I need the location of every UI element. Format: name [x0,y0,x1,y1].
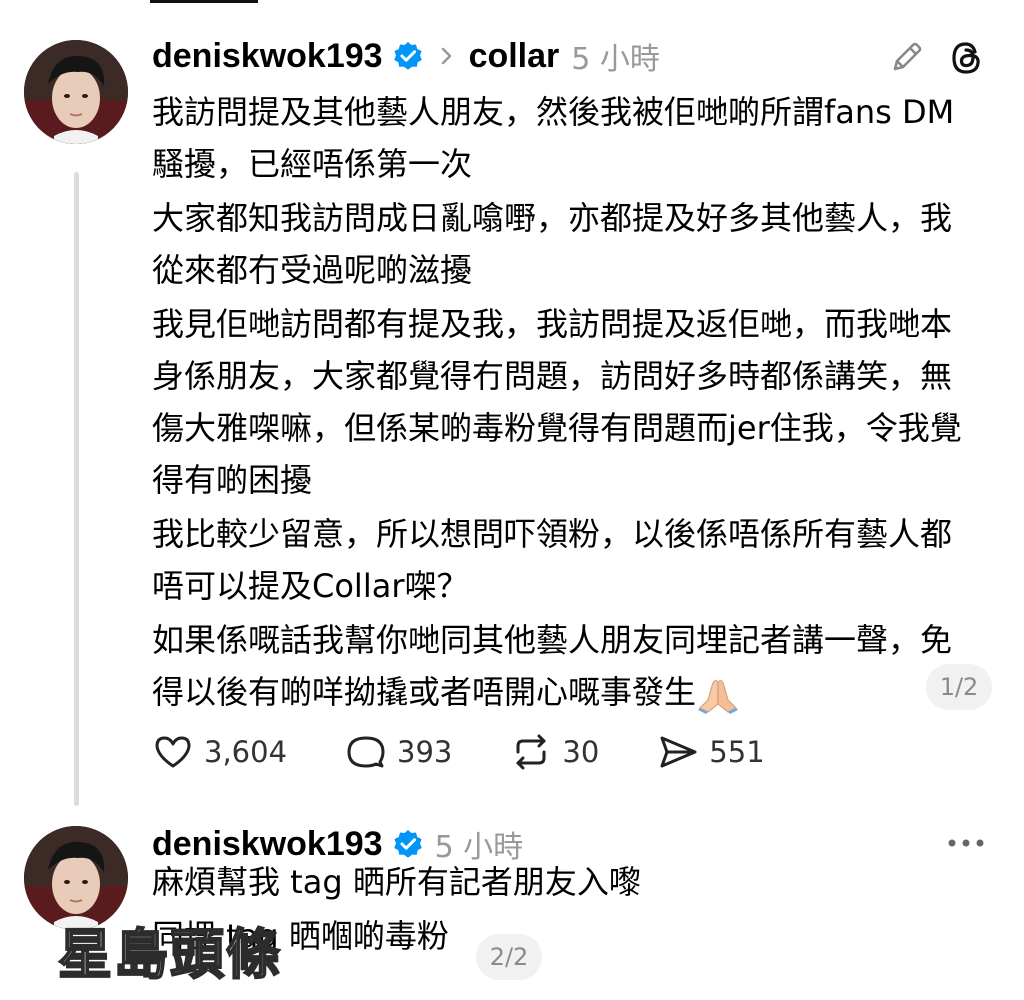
post-paragraph: 大家都知我訪問成日亂噏嘢，亦都提及好多其他藝人，我從來都冇受過呢啲滋擾 [152,199,953,289]
watermark-logo: 星島頭條 [18,900,281,987]
share-count: 551 [709,735,765,769]
avatar[interactable] [24,40,128,144]
thread-connector-line [74,172,79,806]
threads-logo-icon[interactable] [946,38,986,78]
post-time: 5 小時 [571,42,660,77]
heart-icon [155,736,191,768]
post-paragraph: 如果係嘅話我幫你哋同其他藝人朋友同埋記者講一聲，免得以後有啲咩拗撬或者唔開心嘅事… [152,621,953,711]
share-button[interactable]: 551 [657,731,765,773]
post-paragraph: 我比較少留意，所以想問吓領粉，以後係唔係所有藝人都唔可以提及Collar㗎？ [152,515,953,605]
pencil-icon[interactable] [888,38,926,76]
folded-hands-emoji [696,674,740,714]
comment-button[interactable]: 393 [345,731,452,773]
like-button[interactable]: 3,604 [152,731,287,773]
post-paragraph: 我見佢哋訪問都有提及我，我訪問提及返佢哋，而我哋本身係朋友，大家都覺得冇問題，訪… [152,305,962,499]
post-body: 我訪問提及其他藝人朋友，然後我被佢哋啲所謂fans DM騷擾，已經唔係第一次 大… [152,86,982,720]
community-tag[interactable]: collar [469,37,560,76]
repost-button[interactable]: 30 [510,731,599,773]
repost-count: 30 [562,735,600,769]
repost-icon [516,734,546,770]
avatar-image [24,40,128,144]
more-dots-icon[interactable] [944,828,988,858]
watermark-text: 星島頭條 [57,922,282,987]
page-indicator: 2/2 [476,934,542,980]
verified-badge-icon [393,829,423,859]
post-paragraph: 我訪問提及其他藝人朋友，然後我被佢哋啲所謂fans DM騷擾，已經唔係第一次 [152,93,955,183]
post-actions: 3,604 393 30 551 [152,726,823,778]
page-indicator: 1/2 [926,664,992,710]
chevron-right-icon [437,43,457,69]
comment-bubble-icon [347,736,385,768]
like-count: 3,604 [204,735,288,769]
username[interactable]: deniskwok193 [152,37,383,76]
verified-badge-icon [393,41,423,71]
post-paragraph-last: 如果係嘅話我幫你哋同其他藝人朋友同埋記者講一聲，免得以後有啲咩拗撬或者唔開心嘅事… [152,614,982,718]
post-header: deniskwok193 collar 5 小時 [152,36,660,78]
post-paragraph: 麻煩幫我 tag 晒所有記者朋友入嚟 [152,863,641,901]
send-icon [660,736,697,768]
comment-count: 393 [397,735,453,769]
thread-post: deniskwok193 collar 5 小時 我訪問提及其他藝人朋友，然後我… [0,0,1024,810]
